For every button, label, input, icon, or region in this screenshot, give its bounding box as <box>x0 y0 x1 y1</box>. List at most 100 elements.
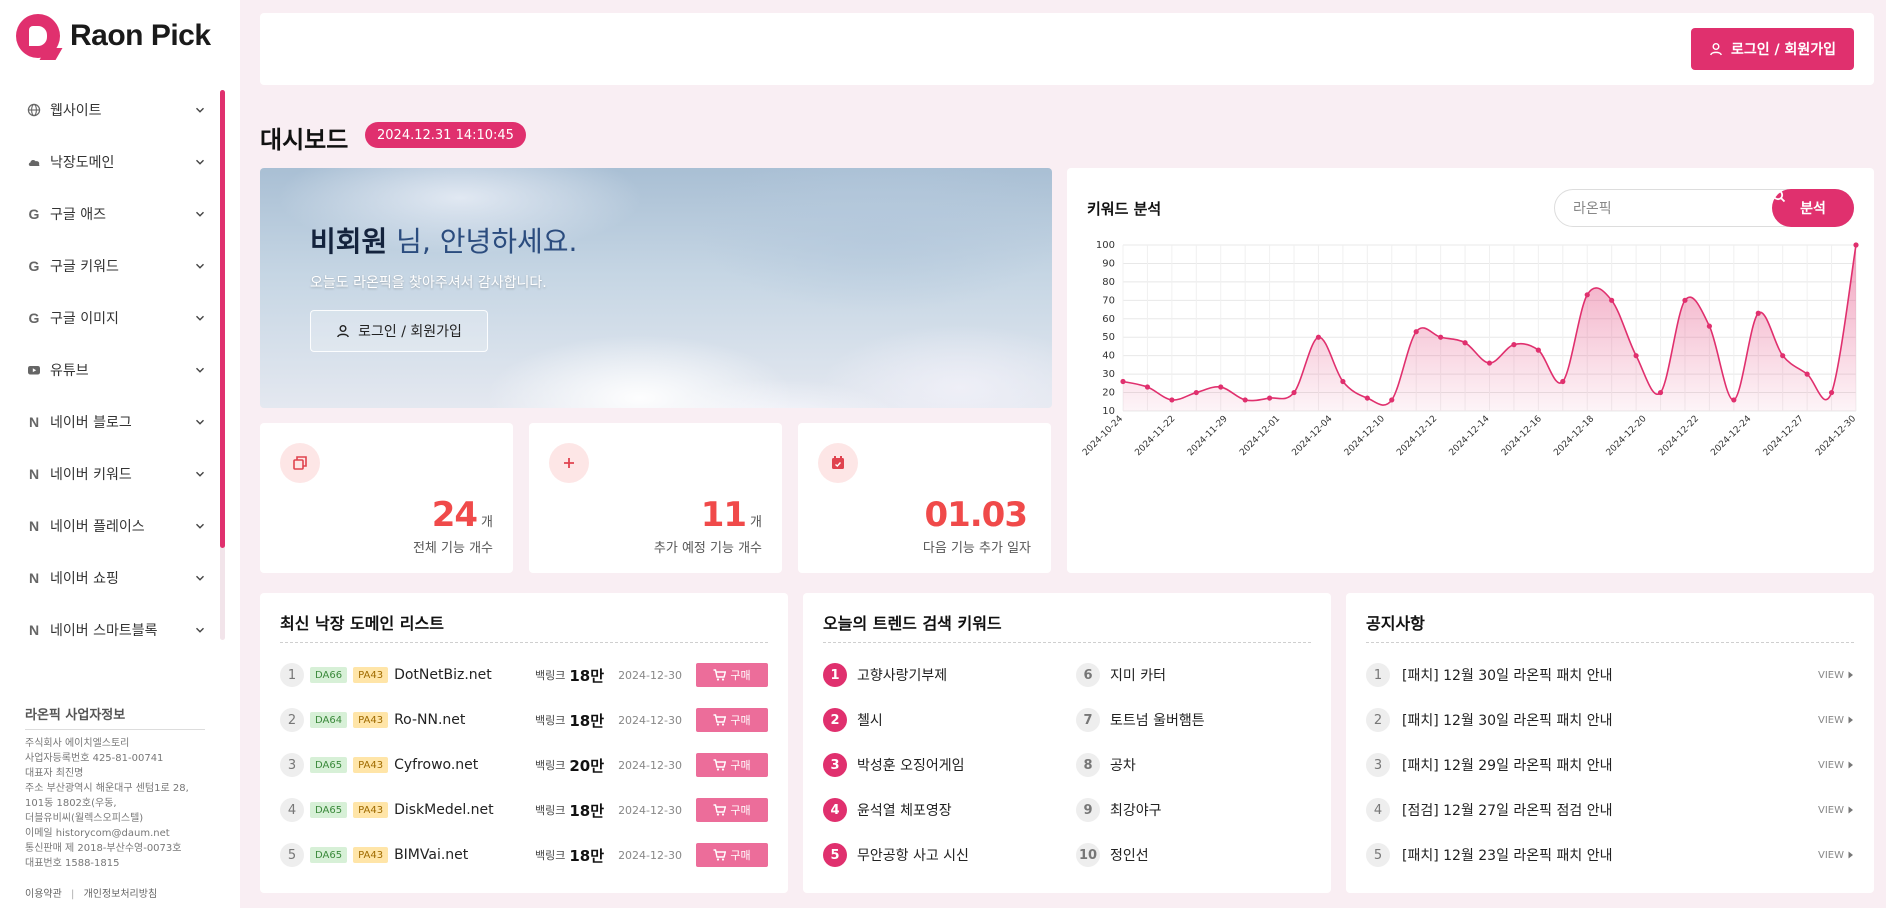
view-label: VIEW <box>1818 669 1844 681</box>
notice-row[interactable]: 3 [패치] 12월 29일 라온픽 패치 안내 VIEW <box>1366 750 1854 780</box>
y-tick-label: 40 <box>1102 351 1115 362</box>
terms-link[interactable]: 이용약관 <box>25 889 62 900</box>
sidebar-item[interactable]: N 네이버 스마트블록 <box>0 604 220 656</box>
view-link[interactable]: VIEW <box>1818 760 1854 771</box>
pa-badge: PA43 <box>353 802 389 818</box>
business-info-lines: 주식회사 에이치엘스토리 사업자등록번호 425-81-00741 대표자 최진명 주… <box>25 736 205 871</box>
trend-keyword-item[interactable]: 10 정인선 <box>1076 840 1316 870</box>
buy-button[interactable]: 구매 <box>696 798 768 822</box>
sidebar-item[interactable]: 웹사이트 <box>0 84 220 136</box>
business-info-line: 통신판매 제 2018-부산수영-0073호 <box>25 843 182 854</box>
data-point <box>1413 329 1419 335</box>
welcome-user: 비회원 <box>310 225 388 258</box>
domain-name[interactable]: DiskMedel.net <box>394 802 535 818</box>
notice-row[interactable]: 2 [패치] 12월 30일 라온픽 패치 안내 VIEW <box>1366 705 1854 735</box>
banner-login-button[interactable]: 로그인 / 회원가입 <box>310 310 488 352</box>
sidebar-item-label: 유튜브 <box>50 363 89 379</box>
x-tick-label: 2024-12-10 <box>1343 414 1387 458</box>
x-tick-label: 2024-12-14 <box>1448 414 1492 458</box>
scrollbar-thumb[interactable] <box>220 90 225 548</box>
domain-name[interactable]: Ro-NN.net <box>394 712 535 728</box>
sidebar-item[interactable]: G 구글 키워드 <box>0 240 220 292</box>
buy-button[interactable]: 구매 <box>696 753 768 777</box>
view-link[interactable]: VIEW <box>1818 805 1854 816</box>
data-point <box>1828 389 1835 396</box>
business-info-line: 더블유비씨(월렉스오피스텔) <box>25 813 144 824</box>
y-tick-label: 10 <box>1102 406 1115 417</box>
trend-keyword-item[interactable]: 6 지미 카터 <box>1076 660 1316 690</box>
privacy-link[interactable]: 개인정보처리방침 <box>84 889 158 900</box>
chevron-down-icon <box>196 367 204 373</box>
sidebar-item[interactable]: G 구글 이미지 <box>0 292 220 344</box>
domain-name[interactable]: Cyfrowo.net <box>394 757 535 773</box>
sidebar-item[interactable]: N 네이버 키워드 <box>0 448 220 500</box>
rank-number: 7 <box>1076 708 1100 732</box>
trend-keyword-item[interactable]: 2 첼시 <box>823 705 1063 735</box>
sidebar-item-label: 웹사이트 <box>50 103 102 119</box>
divider <box>1366 642 1854 643</box>
rank-number: 4 <box>823 798 847 822</box>
trend-keyword-item[interactable]: 7 토트넘 울버햄튼 <box>1076 705 1316 735</box>
sidebar-item[interactable]: N 네이버 쇼핑 <box>0 552 220 604</box>
buy-label: 구매 <box>730 849 751 862</box>
data-point <box>1511 342 1517 348</box>
trend-keywords-card: 오늘의 트렌드 검색 키워드 1 고향사랑기부제 2 첼시 3 박성훈 오징어게임 4 윤석열… <box>803 593 1331 893</box>
view-link[interactable]: VIEW <box>1818 715 1854 726</box>
sidebar-item[interactable]: 유튜브 <box>0 344 220 396</box>
header-login-button[interactable]: 로그인 / 회원가입 <box>1690 28 1854 70</box>
rank-number: 10 <box>1076 843 1100 867</box>
trend-keyword-item[interactable]: 8 공차 <box>1076 750 1316 780</box>
notice-row[interactable]: 1 [패치] 12월 30일 라온픽 패치 안내 VIEW <box>1366 660 1854 690</box>
sidebar: Raon Pick 웹사이트낙장도메인 G 구글 애즈 G 구글 키워드 G 구글 이미지유… <box>0 0 240 908</box>
buy-button[interactable]: 구매 <box>696 843 768 867</box>
sidebar-item[interactable]: 낙장도메인 <box>0 136 220 188</box>
domain-name[interactable]: BIMVai.net <box>394 847 535 863</box>
buy-label: 구매 <box>730 714 751 727</box>
notice-row[interactable]: 4 [점검] 12월 27일 라온픽 점검 안내 VIEW <box>1366 795 1854 825</box>
logo[interactable]: Raon Pick <box>16 14 211 58</box>
x-tick-label: 2024-12-30 <box>1814 414 1858 458</box>
caret-right-icon <box>1848 761 1853 769</box>
data-point <box>1169 397 1175 403</box>
trend-keyword-text: 첼시 <box>857 713 883 729</box>
view-link[interactable]: VIEW <box>1818 850 1854 861</box>
notice-row[interactable]: 5 [패치] 12월 23일 라온픽 패치 안내 VIEW <box>1366 840 1854 870</box>
x-tick-label: 2024-12-12 <box>1395 414 1439 458</box>
buy-button[interactable]: 구매 <box>696 708 768 732</box>
x-tick-label: 2024-12-20 <box>1605 414 1649 458</box>
y-tick-label: 80 <box>1102 277 1115 288</box>
buy-button[interactable]: 구매 <box>696 663 768 687</box>
trend-keyword-item[interactable]: 1 고향사랑기부제 <box>823 660 1063 690</box>
trend-keyword-item[interactable]: 3 박성훈 오징어게임 <box>823 750 1063 780</box>
sidebar-footer: 이용약관 | 개인정보처리방침 <box>25 885 157 900</box>
rank-number: 1 <box>1366 663 1390 687</box>
sidebar-item[interactable]: N 네이버 플레이스 <box>0 500 220 552</box>
chevron-down-icon <box>196 523 204 529</box>
chevron-down-icon <box>196 471 204 477</box>
sidebar-item[interactable]: N 네이버 블로그 <box>0 396 220 448</box>
domain-row: 1 DA66 PA43 DotNetBiz.net 백링크 18만 2024-12-30 구매 <box>280 660 768 690</box>
da-badge: DA66 <box>310 667 348 683</box>
cart-icon <box>713 804 727 816</box>
view-label: VIEW <box>1818 759 1844 771</box>
rank-number: 5 <box>1366 843 1390 867</box>
data-point <box>1389 397 1395 403</box>
trend-keyword-item[interactable]: 4 윤석열 체포영장 <box>823 795 1063 825</box>
google-icon: G <box>28 310 40 326</box>
stat-unit: 개 <box>750 515 762 530</box>
trend-keyword-item[interactable]: 5 무안공항 사고 시신 <box>823 840 1063 870</box>
notice-text: [패치] 12월 30일 라온픽 패치 안내 <box>1402 668 1613 684</box>
top-bar: 로그인 / 회원가입 <box>260 13 1874 85</box>
youtube-icon <box>26 362 42 378</box>
x-tick-label: 2024-12-01 <box>1238 414 1282 458</box>
trend-keyword-item[interactable]: 9 최강야구 <box>1076 795 1316 825</box>
naver-icon: N <box>28 622 40 638</box>
data-point <box>1364 395 1370 401</box>
trend-keyword-text: 무안공항 사고 시신 <box>857 848 969 864</box>
naver-icon: N <box>28 466 40 482</box>
domain-name[interactable]: DotNetBiz.net <box>394 667 535 683</box>
sidebar-item[interactable]: G 구글 애즈 <box>0 188 220 240</box>
view-link[interactable]: VIEW <box>1818 670 1854 681</box>
data-point <box>1731 397 1737 403</box>
sidebar-item-label: 네이버 쇼핑 <box>50 571 119 587</box>
